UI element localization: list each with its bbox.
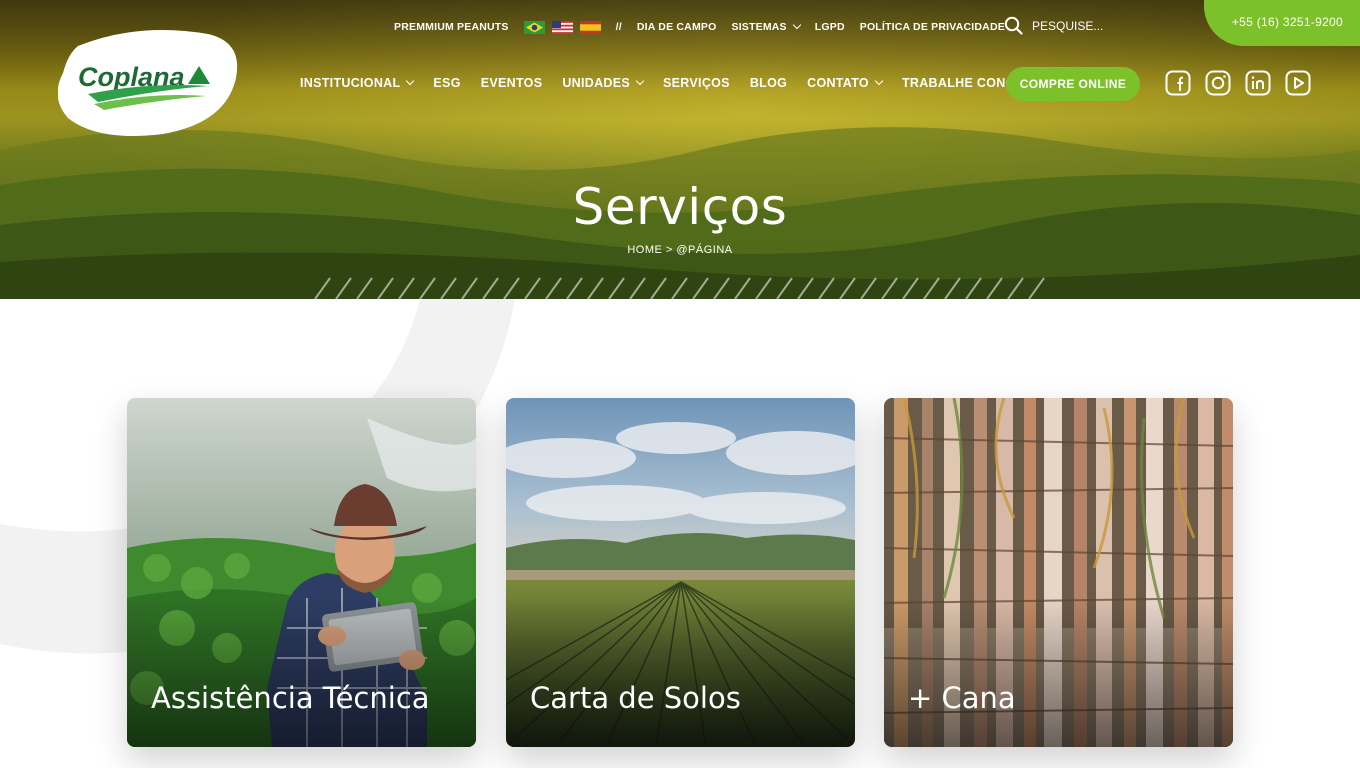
chevron-down-icon [874,76,884,86]
search-box[interactable]: PESQUISE... [1004,16,1103,35]
search-icon[interactable] [1004,16,1023,35]
flag-usa-icon[interactable] [551,20,573,34]
phone-tab[interactable]: +55 (16) 3251-9200 [1204,0,1360,46]
instagram-icon[interactable] [1205,70,1231,96]
hero-banner: Coplana PREMMIUM PEANUTS // DIA DE CAMPO… [0,0,1360,299]
separator: // [615,21,622,33]
nav-label: UNIDADES [562,76,631,90]
chevron-down-icon [406,76,415,86]
dia-de-campo-link[interactable]: DIA DE CAMPO [637,21,717,33]
flag-spain-icon[interactable] [579,20,601,34]
top-utility-bar: PREMMIUM PEANUTS // DIA DE CAMPO SISTEMA… [394,19,1020,35]
card-overlay [506,597,855,747]
nav-esg[interactable]: ESG [433,76,460,90]
nav-servicos[interactable]: SERVIÇOS [663,76,730,90]
nav-unidades[interactable]: UNIDADES [562,76,645,90]
service-card-carta-de-solos[interactable]: Carta de Solos [506,398,855,747]
nav-eventos[interactable]: EVENTOS [481,76,543,90]
chevron-down-icon [792,20,802,30]
breadcrumb[interactable]: HOME > @PÁGINA [0,244,1360,256]
facebook-icon[interactable] [1165,70,1191,96]
main-navigation: INSTITUCIONAL ESG EVENTOS UNIDADES SERVI… [300,76,1064,90]
coplana-logo[interactable]: Coplana [57,28,238,138]
nav-blog[interactable]: BLOG [750,76,787,90]
sistemas-menu[interactable]: SISTEMAS [731,20,802,33]
search-input[interactable]: PESQUISE... [1032,19,1103,33]
premmium-peanuts-link[interactable]: PREMMIUM PEANUTS [394,21,509,33]
nav-label: CONTATO [807,76,869,90]
nav-label: INSTITUCIONAL [300,76,401,90]
nav-institucional[interactable]: INSTITUCIONAL [300,76,415,90]
service-card-mais-cana[interactable]: + Cana [884,398,1233,747]
chevron-down-icon [635,76,645,86]
card-overlay [884,597,1233,747]
youtube-icon[interactable] [1285,70,1311,96]
privacy-policy-link[interactable]: POLÍTICA DE PRIVACIDADE [860,21,1005,33]
flag-brazil-icon[interactable] [523,20,545,34]
phone-number[interactable]: +55 (16) 3251-9200 [1232,15,1343,29]
card-title: Carta de Solos [530,681,741,715]
lgpd-link[interactable]: LGPD [815,21,845,33]
sistemas-label: SISTEMAS [731,21,787,33]
nav-contato[interactable]: CONTATO [807,76,884,90]
card-overlay [127,597,476,747]
compre-online-button[interactable]: COMPRE ONLINE [1006,67,1140,101]
card-title: Assistência Técnica [151,681,430,715]
page: Coplana PREMMIUM PEANUTS // DIA DE CAMPO… [0,0,1360,768]
linkedin-icon[interactable] [1245,70,1271,96]
card-title: + Cana [908,681,1016,715]
page-title: Serviços [572,178,788,236]
service-card-assistencia-tecnica[interactable]: Assistência Técnica [127,398,476,747]
